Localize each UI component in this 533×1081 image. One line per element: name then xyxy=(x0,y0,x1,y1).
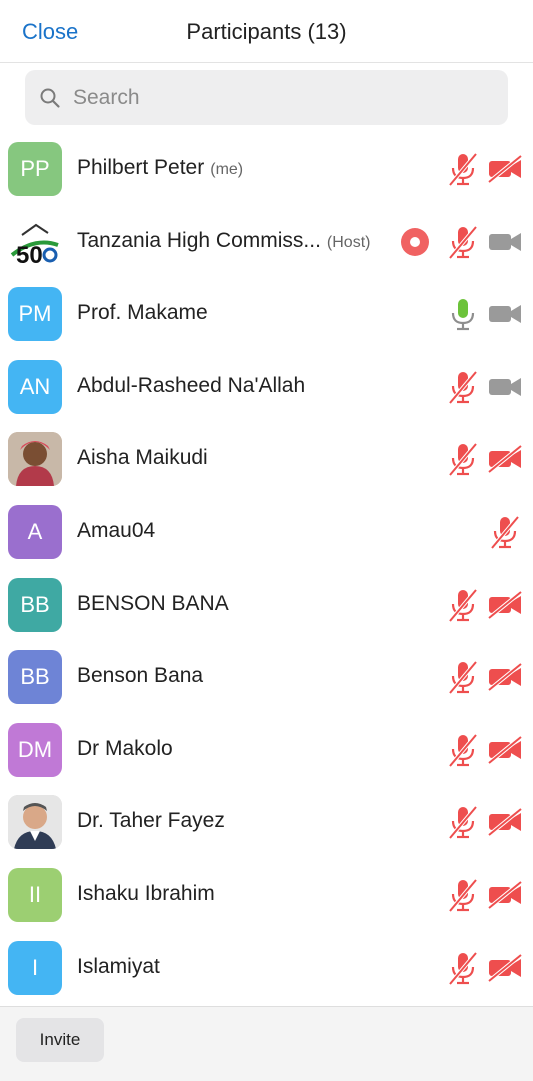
avatar-initials: BB xyxy=(8,650,62,705)
camera-off-icon[interactable] xyxy=(485,154,525,184)
camera-off-icon[interactable] xyxy=(485,880,525,910)
participant-status-icons xyxy=(445,587,525,623)
participant-row[interactable]: BB Benson Bana xyxy=(0,641,533,714)
mic-muted-icon[interactable] xyxy=(445,441,481,477)
participant-row[interactable]: A Amau04 xyxy=(0,496,533,569)
camera-on-icon[interactable] xyxy=(485,227,525,257)
mic-muted-icon[interactable] xyxy=(445,732,481,768)
participant-name: Abdul-Rasheed Na'Allah xyxy=(77,373,306,397)
host-logo-avatar: 50 xyxy=(8,214,62,269)
participant-name-block: Dr Makolo xyxy=(77,737,173,761)
participant-role-tag: (Host) xyxy=(326,233,371,251)
participant-name: Dr. Taher Fayez xyxy=(77,809,225,833)
participant-list: PP Philbert Peter (me) 50 Tanzania High Comm… xyxy=(0,133,533,1004)
participant-row[interactable]: Dr. Taher Fayez xyxy=(0,786,533,859)
avatar-initials: I xyxy=(8,940,62,995)
participant-row[interactable]: I Islamiyat xyxy=(0,932,533,1005)
camera-on-icon[interactable] xyxy=(485,299,525,329)
participant-status-icons xyxy=(445,369,525,405)
page-title: Participants (13) xyxy=(186,19,347,44)
participant-name-block: Ishaku Ibrahim xyxy=(77,882,215,906)
participant-name: Prof. Makame xyxy=(77,301,208,325)
search-bar[interactable] xyxy=(25,70,508,125)
camera-off-icon[interactable] xyxy=(485,590,525,620)
avatar-initials: A xyxy=(8,504,62,559)
mic-muted-icon[interactable] xyxy=(445,587,481,623)
recording-icon xyxy=(401,227,429,256)
participant-row[interactable]: PP Philbert Peter (me) xyxy=(0,133,533,206)
participant-name-block: Benson Bana xyxy=(77,664,203,688)
footer-bar: Invite xyxy=(0,1006,533,1081)
mic-muted-icon[interactable] xyxy=(445,659,481,695)
camera-off-icon[interactable] xyxy=(485,735,525,765)
participant-row[interactable]: II Ishaku Ibrahim xyxy=(0,859,533,932)
header-bar: Close Participants (13) xyxy=(0,0,533,63)
mic-on-icon[interactable] xyxy=(445,296,481,332)
participant-name: Amau04 xyxy=(77,518,156,542)
camera-off-icon[interactable] xyxy=(485,444,525,474)
avatar-initials: DM xyxy=(8,722,62,777)
camera-on-icon[interactable] xyxy=(485,372,525,402)
avatar-initials: PP xyxy=(8,142,62,196)
mic-muted-icon[interactable] xyxy=(445,877,481,913)
participant-status-icons xyxy=(401,224,525,260)
participant-role-tag: (me) xyxy=(210,161,244,178)
participant-row[interactable]: 50 Tanzania High Commiss... (Host) xyxy=(0,206,533,279)
participant-name: Dr Makolo xyxy=(77,736,173,760)
camera-off-icon[interactable] xyxy=(485,662,525,692)
mic-muted-icon[interactable] xyxy=(487,514,523,550)
participant-name-block: Prof. Makame xyxy=(77,301,208,325)
participant-row[interactable]: AN Abdul-Rasheed Na'Allah xyxy=(0,351,533,424)
participant-row[interactable]: BB BENSON BANA xyxy=(0,569,533,642)
avatar-photo xyxy=(8,795,62,850)
avatar-initials: PM xyxy=(8,287,62,342)
camera-off-icon[interactable] xyxy=(485,807,525,837)
participant-row[interactable]: DM Dr Makolo xyxy=(0,714,533,787)
participant-status-icons xyxy=(445,732,525,768)
search-icon xyxy=(40,88,60,108)
participant-name-block: Dr. Taher Fayez xyxy=(77,809,225,833)
participant-name: BENSON BANA xyxy=(77,591,229,615)
mic-muted-icon[interactable] xyxy=(445,224,481,260)
participant-status-icons xyxy=(445,151,525,187)
participant-name: Benson Bana xyxy=(77,664,204,688)
participant-name: Ishaku Ibrahim xyxy=(77,881,215,905)
search-input[interactable] xyxy=(71,84,475,111)
participant-status-icons xyxy=(445,804,525,840)
participant-status-icons xyxy=(445,950,525,986)
participant-row[interactable]: Aisha Maikudi xyxy=(0,423,533,496)
participant-status-icons xyxy=(445,877,525,913)
participant-name: Aisha Maikudi xyxy=(77,446,208,470)
participant-name-block: Amau04 xyxy=(77,519,155,543)
participant-name: Philbert Peter xyxy=(77,156,205,179)
participant-name-block: Aisha Maikudi xyxy=(77,446,208,470)
participant-name: Tanzania High Commiss... xyxy=(77,228,321,252)
svg-text:50: 50 xyxy=(16,242,43,269)
avatar-photo xyxy=(8,432,62,487)
mic-muted-icon[interactable] xyxy=(445,151,481,187)
mic-muted-icon[interactable] xyxy=(445,950,481,986)
participant-status-icons xyxy=(445,441,525,477)
camera-off-icon[interactable] xyxy=(485,952,525,983)
mic-muted-icon[interactable] xyxy=(445,369,481,405)
participant-name-block: Tanzania High Commiss... (Host) xyxy=(77,229,370,253)
participant-name-block: BENSON BANA xyxy=(77,592,229,616)
participant-status-icons xyxy=(487,514,525,550)
mic-muted-icon[interactable] xyxy=(445,804,481,840)
avatar-initials: BB xyxy=(8,577,62,632)
avatar-initials: II xyxy=(8,867,62,922)
participant-row[interactable]: PM Prof. Makame xyxy=(0,278,533,351)
participant-name: Islamiyat xyxy=(77,954,160,978)
participant-status-icons xyxy=(445,659,525,695)
participant-status-icons xyxy=(445,296,525,332)
participant-name-block: Islamiyat xyxy=(77,955,160,979)
invite-button[interactable]: Invite xyxy=(16,1018,104,1062)
participant-name-block: Philbert Peter (me) xyxy=(77,156,243,180)
participant-name-block: Abdul-Rasheed Na'Allah xyxy=(77,374,305,398)
avatar-initials: AN xyxy=(8,359,62,414)
